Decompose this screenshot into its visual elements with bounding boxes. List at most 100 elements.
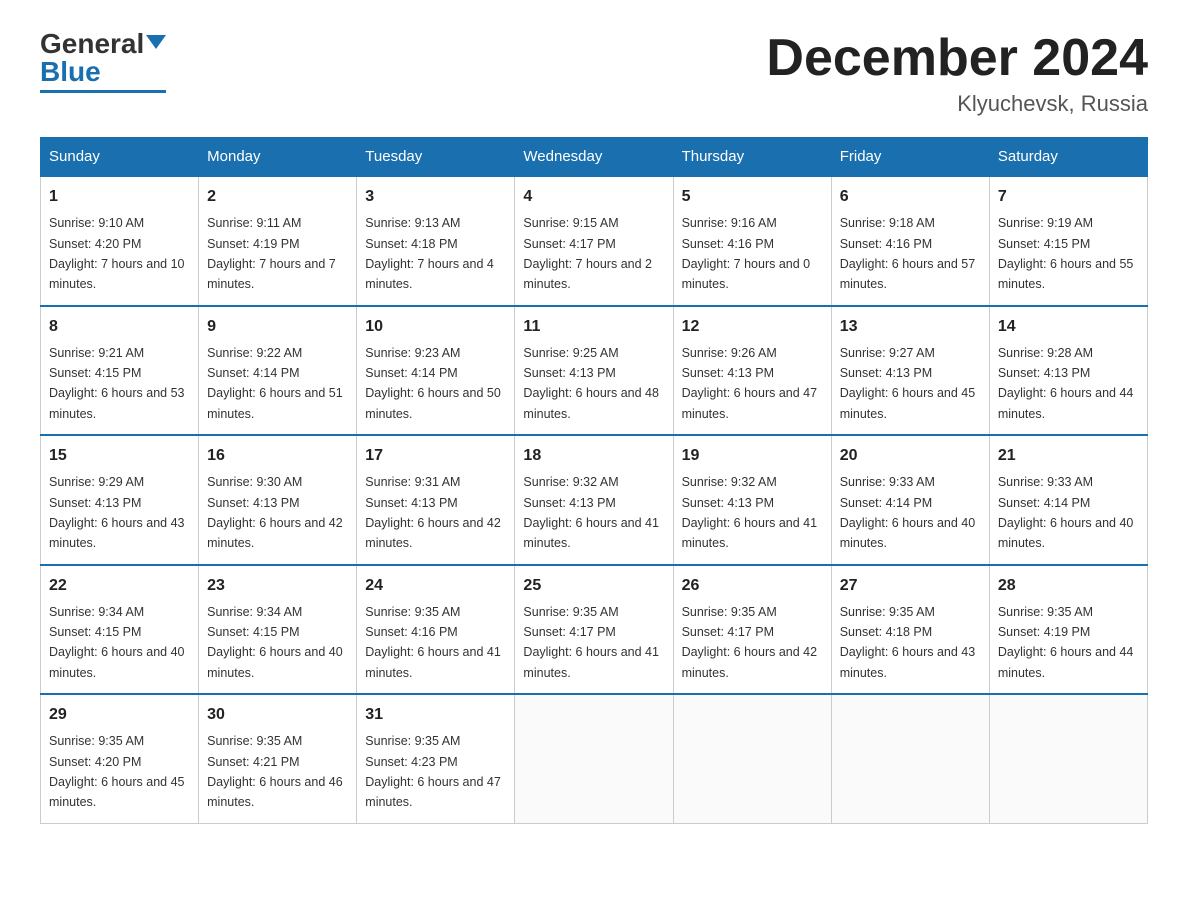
day-number: 7 xyxy=(998,185,1139,209)
day-number: 31 xyxy=(365,703,506,727)
day-number: 13 xyxy=(840,315,981,339)
day-number: 26 xyxy=(682,574,823,598)
day-number: 25 xyxy=(523,574,664,598)
calendar-cell: 5 Sunrise: 9:16 AMSunset: 4:16 PMDayligh… xyxy=(673,176,831,306)
calendar-cell: 13 Sunrise: 9:27 AMSunset: 4:13 PMDaylig… xyxy=(831,306,989,436)
day-number: 1 xyxy=(49,185,190,209)
day-number: 27 xyxy=(840,574,981,598)
logo-line xyxy=(40,90,166,93)
day-number: 2 xyxy=(207,185,348,209)
day-info: Sunrise: 9:33 AMSunset: 4:14 PMDaylight:… xyxy=(998,475,1134,550)
calendar-cell: 18 Sunrise: 9:32 AMSunset: 4:13 PMDaylig… xyxy=(515,435,673,565)
calendar-cell: 24 Sunrise: 9:35 AMSunset: 4:16 PMDaylig… xyxy=(357,565,515,695)
calendar-cell: 21 Sunrise: 9:33 AMSunset: 4:14 PMDaylig… xyxy=(989,435,1147,565)
day-number: 21 xyxy=(998,444,1139,468)
day-info: Sunrise: 9:30 AMSunset: 4:13 PMDaylight:… xyxy=(207,475,343,550)
day-info: Sunrise: 9:26 AMSunset: 4:13 PMDaylight:… xyxy=(682,346,818,421)
calendar-cell xyxy=(515,694,673,823)
day-number: 29 xyxy=(49,703,190,727)
calendar-cell: 25 Sunrise: 9:35 AMSunset: 4:17 PMDaylig… xyxy=(515,565,673,695)
calendar-header-monday: Monday xyxy=(199,138,357,177)
day-number: 11 xyxy=(523,315,664,339)
day-info: Sunrise: 9:35 AMSunset: 4:23 PMDaylight:… xyxy=(365,734,501,809)
calendar-cell: 31 Sunrise: 9:35 AMSunset: 4:23 PMDaylig… xyxy=(357,694,515,823)
day-info: Sunrise: 9:15 AMSunset: 4:17 PMDaylight:… xyxy=(523,216,652,291)
day-info: Sunrise: 9:13 AMSunset: 4:18 PMDaylight:… xyxy=(365,216,494,291)
calendar-cell xyxy=(673,694,831,823)
title-section: December 2024 Klyuchevsk, Russia xyxy=(766,30,1148,117)
day-info: Sunrise: 9:29 AMSunset: 4:13 PMDaylight:… xyxy=(49,475,185,550)
day-info: Sunrise: 9:35 AMSunset: 4:19 PMDaylight:… xyxy=(998,605,1134,680)
calendar-cell: 16 Sunrise: 9:30 AMSunset: 4:13 PMDaylig… xyxy=(199,435,357,565)
calendar-cell: 27 Sunrise: 9:35 AMSunset: 4:18 PMDaylig… xyxy=(831,565,989,695)
day-info: Sunrise: 9:19 AMSunset: 4:15 PMDaylight:… xyxy=(998,216,1134,291)
calendar-table: SundayMondayTuesdayWednesdayThursdayFrid… xyxy=(40,137,1148,824)
calendar-cell: 7 Sunrise: 9:19 AMSunset: 4:15 PMDayligh… xyxy=(989,176,1147,306)
calendar-cell: 12 Sunrise: 9:26 AMSunset: 4:13 PMDaylig… xyxy=(673,306,831,436)
calendar-header-sunday: Sunday xyxy=(41,138,199,177)
month-title: December 2024 xyxy=(766,30,1148,87)
calendar-week-row: 15 Sunrise: 9:29 AMSunset: 4:13 PMDaylig… xyxy=(41,435,1148,565)
day-info: Sunrise: 9:31 AMSunset: 4:13 PMDaylight:… xyxy=(365,475,501,550)
calendar-cell: 15 Sunrise: 9:29 AMSunset: 4:13 PMDaylig… xyxy=(41,435,199,565)
day-info: Sunrise: 9:25 AMSunset: 4:13 PMDaylight:… xyxy=(523,346,659,421)
calendar-header-wednesday: Wednesday xyxy=(515,138,673,177)
calendar-cell: 4 Sunrise: 9:15 AMSunset: 4:17 PMDayligh… xyxy=(515,176,673,306)
calendar-week-row: 8 Sunrise: 9:21 AMSunset: 4:15 PMDayligh… xyxy=(41,306,1148,436)
day-info: Sunrise: 9:35 AMSunset: 4:16 PMDaylight:… xyxy=(365,605,501,680)
logo-triangle-icon xyxy=(146,35,166,49)
day-info: Sunrise: 9:35 AMSunset: 4:17 PMDaylight:… xyxy=(523,605,659,680)
calendar-cell: 19 Sunrise: 9:32 AMSunset: 4:13 PMDaylig… xyxy=(673,435,831,565)
day-number: 28 xyxy=(998,574,1139,598)
day-number: 14 xyxy=(998,315,1139,339)
day-info: Sunrise: 9:11 AMSunset: 4:19 PMDaylight:… xyxy=(207,216,336,291)
calendar-cell: 1 Sunrise: 9:10 AMSunset: 4:20 PMDayligh… xyxy=(41,176,199,306)
day-number: 9 xyxy=(207,315,348,339)
calendar-cell: 8 Sunrise: 9:21 AMSunset: 4:15 PMDayligh… xyxy=(41,306,199,436)
day-info: Sunrise: 9:34 AMSunset: 4:15 PMDaylight:… xyxy=(49,605,185,680)
day-number: 30 xyxy=(207,703,348,727)
calendar-cell: 30 Sunrise: 9:35 AMSunset: 4:21 PMDaylig… xyxy=(199,694,357,823)
day-number: 15 xyxy=(49,444,190,468)
calendar-header-row: SundayMondayTuesdayWednesdayThursdayFrid… xyxy=(41,138,1148,177)
day-info: Sunrise: 9:35 AMSunset: 4:18 PMDaylight:… xyxy=(840,605,976,680)
day-info: Sunrise: 9:35 AMSunset: 4:21 PMDaylight:… xyxy=(207,734,343,809)
calendar-cell: 20 Sunrise: 9:33 AMSunset: 4:14 PMDaylig… xyxy=(831,435,989,565)
day-info: Sunrise: 9:18 AMSunset: 4:16 PMDaylight:… xyxy=(840,216,976,291)
day-info: Sunrise: 9:21 AMSunset: 4:15 PMDaylight:… xyxy=(49,346,185,421)
calendar-cell: 11 Sunrise: 9:25 AMSunset: 4:13 PMDaylig… xyxy=(515,306,673,436)
calendar-cell: 14 Sunrise: 9:28 AMSunset: 4:13 PMDaylig… xyxy=(989,306,1147,436)
logo-text: GeneralBlue xyxy=(40,30,166,86)
day-number: 17 xyxy=(365,444,506,468)
calendar-header-friday: Friday xyxy=(831,138,989,177)
calendar-week-row: 22 Sunrise: 9:34 AMSunset: 4:15 PMDaylig… xyxy=(41,565,1148,695)
calendar-cell: 28 Sunrise: 9:35 AMSunset: 4:19 PMDaylig… xyxy=(989,565,1147,695)
day-info: Sunrise: 9:33 AMSunset: 4:14 PMDaylight:… xyxy=(840,475,976,550)
day-info: Sunrise: 9:22 AMSunset: 4:14 PMDaylight:… xyxy=(207,346,343,421)
page-header: GeneralBlue December 2024 Klyuchevsk, Ru… xyxy=(40,30,1148,117)
calendar-cell: 9 Sunrise: 9:22 AMSunset: 4:14 PMDayligh… xyxy=(199,306,357,436)
calendar-header-thursday: Thursday xyxy=(673,138,831,177)
calendar-cell: 6 Sunrise: 9:18 AMSunset: 4:16 PMDayligh… xyxy=(831,176,989,306)
day-info: Sunrise: 9:32 AMSunset: 4:13 PMDaylight:… xyxy=(523,475,659,550)
calendar-cell xyxy=(989,694,1147,823)
day-info: Sunrise: 9:16 AMSunset: 4:16 PMDaylight:… xyxy=(682,216,811,291)
day-info: Sunrise: 9:23 AMSunset: 4:14 PMDaylight:… xyxy=(365,346,501,421)
day-number: 6 xyxy=(840,185,981,209)
day-info: Sunrise: 9:35 AMSunset: 4:20 PMDaylight:… xyxy=(49,734,185,809)
day-number: 8 xyxy=(49,315,190,339)
calendar-cell: 17 Sunrise: 9:31 AMSunset: 4:13 PMDaylig… xyxy=(357,435,515,565)
day-info: Sunrise: 9:28 AMSunset: 4:13 PMDaylight:… xyxy=(998,346,1134,421)
calendar-week-row: 1 Sunrise: 9:10 AMSunset: 4:20 PMDayligh… xyxy=(41,176,1148,306)
day-number: 12 xyxy=(682,315,823,339)
calendar-cell: 10 Sunrise: 9:23 AMSunset: 4:14 PMDaylig… xyxy=(357,306,515,436)
day-number: 10 xyxy=(365,315,506,339)
day-number: 19 xyxy=(682,444,823,468)
calendar-header-saturday: Saturday xyxy=(989,138,1147,177)
calendar-cell: 3 Sunrise: 9:13 AMSunset: 4:18 PMDayligh… xyxy=(357,176,515,306)
calendar-header-tuesday: Tuesday xyxy=(357,138,515,177)
day-number: 5 xyxy=(682,185,823,209)
calendar-cell xyxy=(831,694,989,823)
calendar-cell: 29 Sunrise: 9:35 AMSunset: 4:20 PMDaylig… xyxy=(41,694,199,823)
day-info: Sunrise: 9:32 AMSunset: 4:13 PMDaylight:… xyxy=(682,475,818,550)
